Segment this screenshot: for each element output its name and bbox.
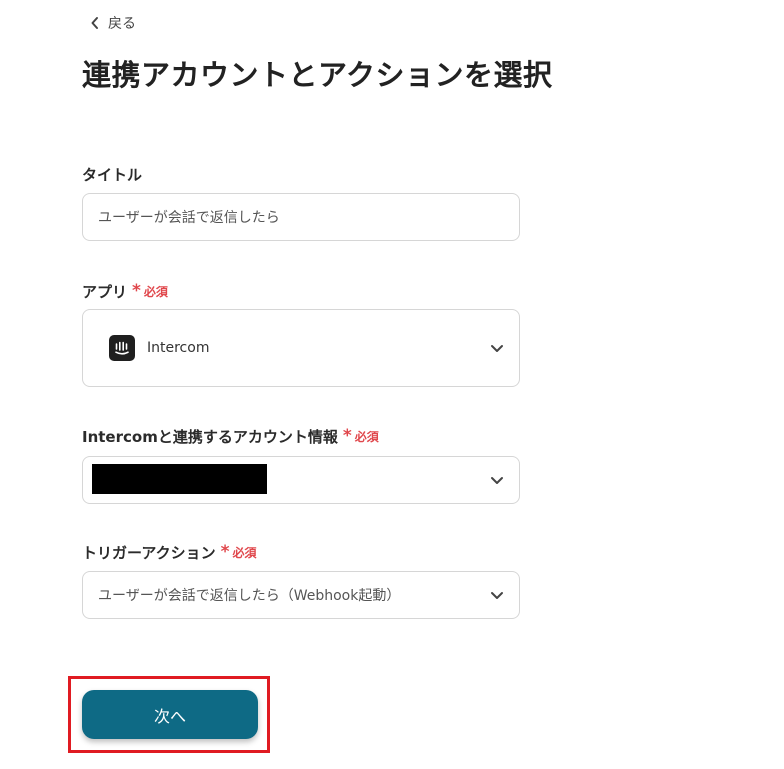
required-badge: * 必須 <box>132 283 168 300</box>
trigger-action-value: ユーザーが会話で返信したら（Webhook起動） <box>98 588 401 604</box>
next-button-label: 次へ <box>153 706 186 726</box>
chevron-down-icon <box>491 477 503 484</box>
required-badge: * 必須 <box>221 544 257 561</box>
chevron-down-icon <box>491 345 503 352</box>
back-link-label: 戻る <box>108 16 136 32</box>
redacted-account-name <box>92 464 267 494</box>
chevron-down-icon <box>491 592 503 599</box>
required-text: 必須 <box>232 546 257 560</box>
app-field-label: アプリ * 必須 <box>82 281 168 302</box>
required-asterisk: * <box>342 426 352 446</box>
app-select[interactable]: Intercom <box>82 309 520 387</box>
next-button[interactable]: 次へ <box>82 690 258 739</box>
app-select-value: Intercom <box>147 340 210 356</box>
required-asterisk: * <box>132 281 141 301</box>
required-badge: * 必須 <box>343 428 379 445</box>
required-text: 必須 <box>143 285 168 299</box>
page-title: 連携アカウントとアクションを選択 <box>82 58 553 92</box>
trigger-action-select[interactable]: ユーザーが会話で返信したら（Webhook起動） <box>82 571 520 619</box>
title-field-label-text: タイトル <box>82 166 143 184</box>
account-field-label: Intercomと連携するアカウント情報 * 必須 <box>82 426 379 447</box>
account-field-label-text: Intercomと連携するアカウント情報 <box>82 428 338 446</box>
account-select[interactable] <box>82 456 520 504</box>
required-asterisk: * <box>220 542 230 562</box>
chevron-left-icon <box>91 17 98 29</box>
trigger-field-label: トリガーアクション * 必須 <box>82 542 257 563</box>
trigger-field-label-text: トリガーアクション <box>82 544 216 562</box>
required-text: 必須 <box>354 430 379 444</box>
title-input-box[interactable] <box>82 193 520 241</box>
title-input[interactable] <box>83 194 519 240</box>
title-field-label: タイトル <box>82 164 142 185</box>
back-link[interactable]: 戻る <box>90 13 136 33</box>
app-field-label-text: アプリ <box>82 283 128 301</box>
intercom-logo-icon <box>109 335 135 361</box>
